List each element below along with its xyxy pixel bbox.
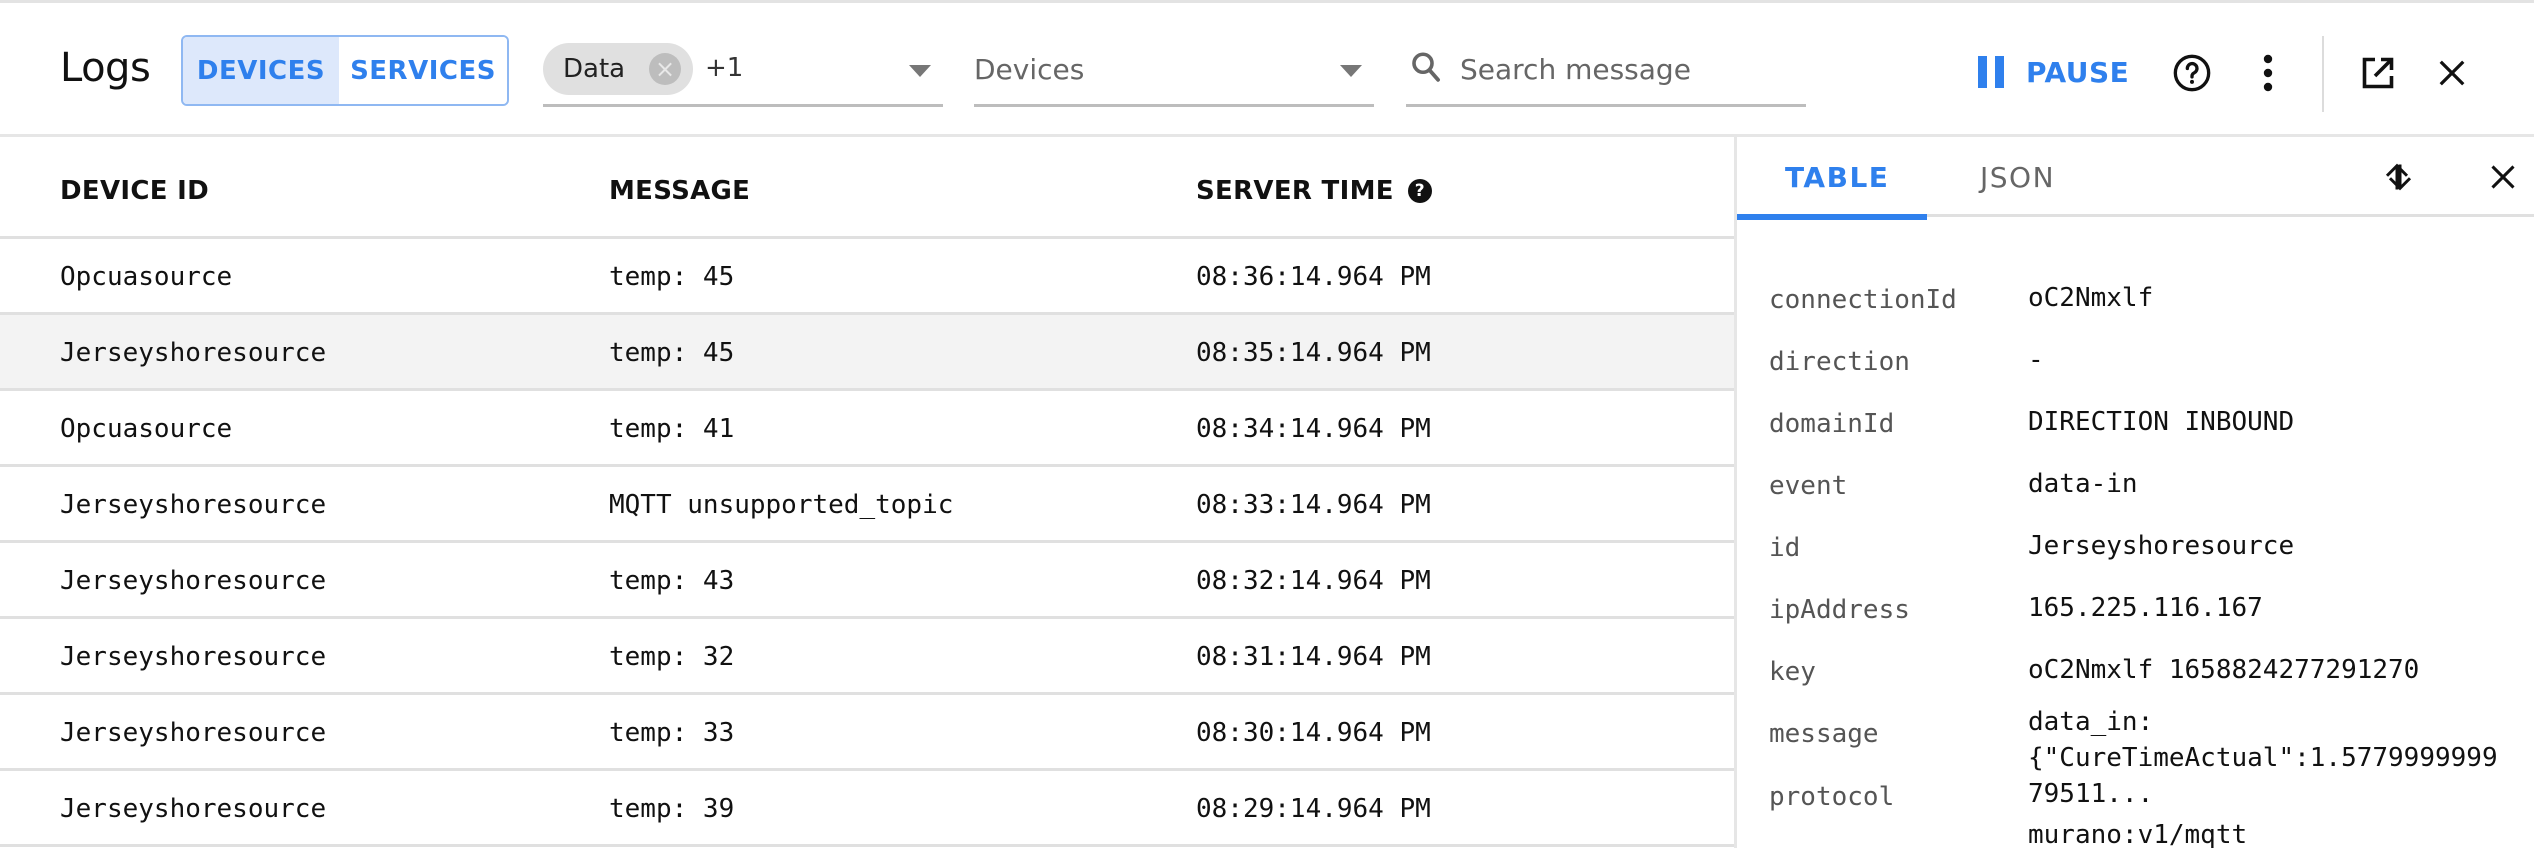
header-divider (2322, 36, 2324, 112)
cell-message: temp: 43 (609, 566, 735, 596)
devices-placeholder: Devices (974, 53, 1085, 86)
cell-server-time: 08:35:14.964 PM (1196, 338, 1431, 368)
toggle-devices-button[interactable]: DEVICES (183, 37, 339, 104)
page-title: Logs (60, 45, 151, 91)
cell-message: temp: 33 (609, 718, 735, 748)
cell-server-time: 08:29:14.964 PM (1196, 794, 1431, 824)
close-logs-button[interactable] (2430, 51, 2474, 95)
column-header-label: SERVER TIME (1196, 176, 1394, 206)
field-value: - (2028, 345, 2044, 375)
column-header-device-id[interactable]: DEVICE ID (60, 176, 209, 206)
tab-table[interactable]: TABLE (1785, 161, 1889, 194)
field-key: protocol (1769, 782, 1895, 812)
devices-filter[interactable]: Devices (974, 39, 1374, 107)
table-row[interactable]: Jerseyshoresource MQTT unsupported_topic 0… (0, 467, 1734, 543)
close-icon (2439, 60, 2465, 86)
column-header-message[interactable]: MESSAGE (609, 176, 750, 206)
chip-remove-icon[interactable]: × (649, 53, 681, 85)
cell-device-id: Jerseyshoresource (60, 338, 327, 368)
pause-label: PAUSE (2026, 55, 2130, 89)
table-row[interactable]: Jerseyshoresource temp: 43 08:32:14.964 PM (0, 543, 1734, 619)
table-row[interactable]: Opcuasource temp: 45 08:36:14.964 PM (0, 239, 1734, 315)
field-value: 165.225.116.167 (2028, 593, 2263, 623)
more-vertical-icon (2263, 54, 2273, 92)
search-field (1406, 39, 1806, 107)
cell-device-id: Jerseyshoresource (60, 490, 327, 520)
column-header-server-time[interactable]: SERVER TIME ? (1196, 176, 1432, 206)
cell-server-time: 08:30:14.964 PM (1196, 718, 1431, 748)
field-value: murano:v1/mqtt (2028, 820, 2248, 848)
cell-message: MQTT unsupported_topic (609, 490, 954, 520)
field-value: oC2Nmxlf 1658824277291270 (2028, 655, 2420, 685)
cell-server-time: 08:36:14.964 PM (1196, 262, 1431, 292)
field-key: key (1769, 657, 1816, 687)
help-circle-icon (2173, 54, 2211, 92)
table-row[interactable]: Jerseyshoresource temp: 32 08:31:14.964 PM (0, 619, 1734, 695)
field-value: Jerseyshoresource (2028, 531, 2295, 561)
cell-message: temp: 39 (609, 794, 735, 824)
cell-message: temp: 41 (609, 414, 735, 444)
cell-server-time: 08:32:14.964 PM (1196, 566, 1431, 596)
table-row[interactable]: Opcuasource temp: 41 08:34:14.964 PM (0, 391, 1734, 467)
close-detail-button[interactable] (2481, 155, 2525, 199)
toggle-services-button[interactable]: SERVICES (339, 37, 507, 104)
field-value: DIRECTION INBOUND (2028, 407, 2295, 437)
table-row[interactable]: Jerseyshoresource temp: 45 08:35:14.964 PM (0, 315, 1734, 391)
log-detail-panel: TABLE JSON connectionId oC2Nmxlf direction… (1734, 137, 2534, 848)
cell-device-id: Jerseyshoresource (60, 718, 327, 748)
dropdown-caret-icon[interactable] (909, 65, 931, 77)
cell-device-id: Jerseyshoresource (60, 642, 327, 672)
table-header: DEVICE ID MESSAGE SERVER TIME ? (0, 140, 1734, 239)
filter-chip-data: Data × (543, 43, 693, 95)
column-header-label: MESSAGE (609, 176, 751, 206)
source-toggle: DEVICES SERVICES (181, 35, 509, 106)
cell-server-time: 08:34:14.964 PM (1196, 414, 1431, 444)
extra-filter-count: +1 (705, 53, 744, 83)
cell-server-time: 08:33:14.964 PM (1196, 490, 1431, 520)
pause-icon (1978, 56, 2004, 88)
search-input[interactable] (1460, 47, 1800, 91)
cell-message: temp: 45 (609, 338, 735, 368)
cell-message: temp: 32 (609, 642, 735, 672)
pause-button[interactable]: PAUSE (1978, 47, 2129, 97)
open-in-new-icon (2362, 57, 2394, 89)
field-value: oC2Nmxlf (2028, 283, 2154, 313)
arrow-down-icon (2388, 164, 2412, 191)
field-key: id (1769, 533, 1801, 563)
table-row[interactable]: Jerseyshoresource temp: 33 08:30:14.964 PM (0, 695, 1734, 771)
cell-device-id: Jerseyshoresource (60, 794, 327, 824)
detail-tabs: TABLE JSON (1737, 137, 2534, 220)
help-button[interactable] (2170, 51, 2214, 95)
field-key: domainId (1769, 409, 1895, 439)
open-in-new-window-button[interactable] (2356, 51, 2400, 95)
field-key: direction (1769, 347, 1910, 377)
cell-device-id: Opcuasource (60, 262, 233, 292)
field-key: ipAddress (1769, 595, 1910, 625)
search-icon (1412, 52, 1440, 82)
cell-message: temp: 45 (609, 262, 735, 292)
help-icon[interactable]: ? (1407, 179, 1432, 203)
column-header-label: DEVICE ID (60, 176, 209, 206)
more-options-button[interactable] (2250, 51, 2286, 95)
field-value: data-in (2028, 469, 2138, 499)
next-log-button[interactable] (2378, 155, 2422, 199)
chip-label: Data (563, 54, 626, 84)
event-type-filter[interactable]: Data × +1 (543, 39, 943, 107)
cell-device-id: Opcuasource (60, 414, 233, 444)
field-key: connectionId (1769, 285, 1957, 315)
active-tab-indicator (1737, 214, 1927, 220)
dropdown-caret-icon[interactable] (1340, 65, 1362, 77)
table-body: Opcuasource temp: 45 08:36:14.964 PM Jersey… (0, 239, 1734, 847)
tab-json[interactable]: JSON (1980, 161, 2055, 194)
close-icon (2491, 165, 2515, 189)
cell-device-id: Jerseyshoresource (60, 566, 327, 596)
logs-table: DEVICE ID MESSAGE SERVER TIME ? Opcuasou… (0, 140, 1734, 847)
field-key: message (1769, 719, 1879, 749)
field-value: data_in: {"CureTimeActual":1.5779999999 … (2028, 707, 2498, 809)
table-row[interactable]: Jerseyshoresource temp: 39 08:29:14.964 PM (0, 771, 1734, 847)
field-key: event (1769, 471, 1848, 501)
cell-server-time: 08:31:14.964 PM (1196, 642, 1431, 672)
logs-header: Logs DEVICES SERVICES Data × +1 Devices … (0, 3, 2534, 137)
